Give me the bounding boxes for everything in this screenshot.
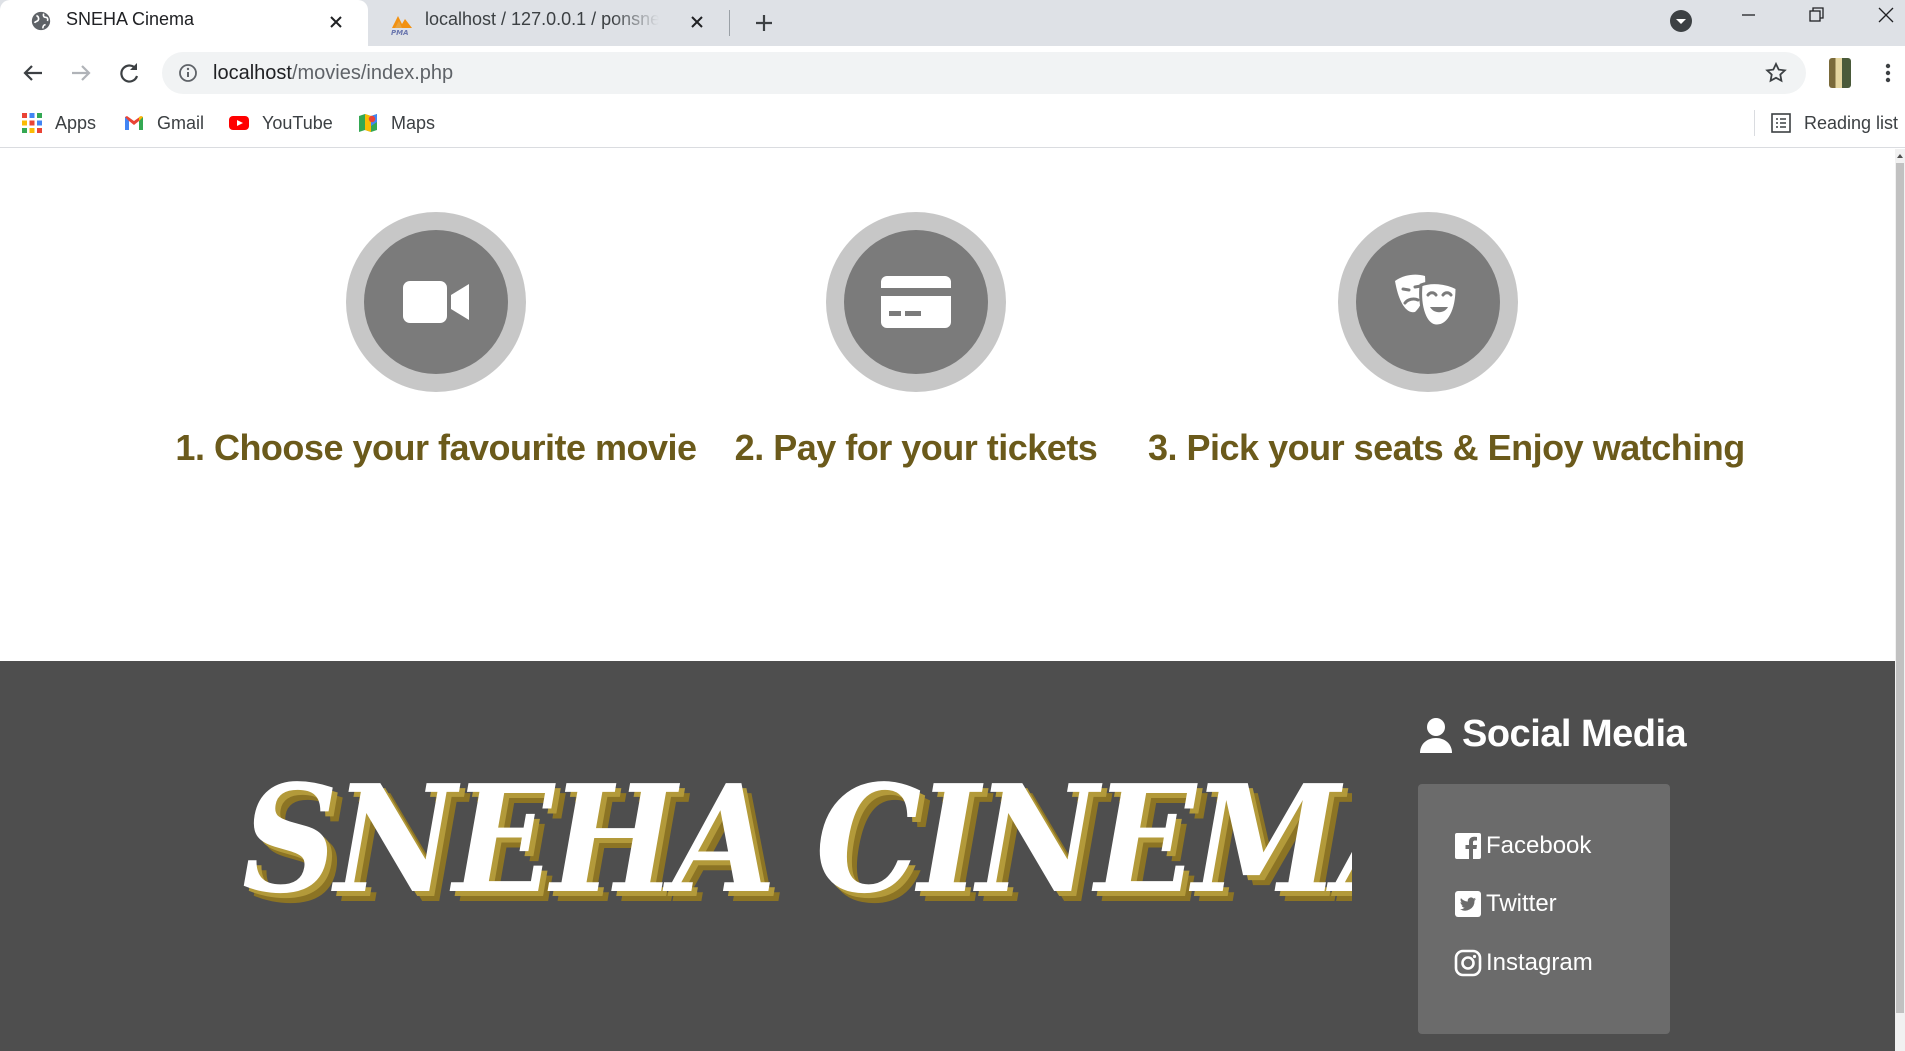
tab-separator — [729, 10, 730, 36]
tab-title: SNEHA Cinema — [66, 9, 195, 29]
more-menu-icon[interactable] — [1874, 59, 1902, 87]
page-viewport: 1. Choose your favourite movie 2. Pay fo… — [0, 149, 1895, 1051]
footer: SNEHA CINEMA SNEHA CINEMA SNEHA CINEMA S… — [0, 661, 1895, 1051]
minimize-icon[interactable] — [1720, 0, 1776, 40]
tab-phpmyadmin[interactable]: PMA localhost / 127.0.0.1 / ponsneha / — [375, 0, 729, 46]
step-icon-circle — [1338, 212, 1518, 392]
reload-icon[interactable] — [114, 58, 144, 88]
step-icon-circle — [346, 212, 526, 392]
step-title: 1. Choose your favourite movie — [175, 427, 697, 468]
bookmark-gmail[interactable]: Gmail — [123, 110, 204, 136]
browser-toolbar: localhost/movies/index.php — [0, 46, 1905, 100]
social-links-box: Facebook Twitter Instagram — [1418, 784, 1670, 1034]
theater-masks-icon — [1395, 274, 1459, 328]
bookmarks-bar: Apps Gmail YouTube Maps Reading list — [0, 100, 1905, 148]
back-arrow-icon[interactable] — [18, 58, 48, 88]
step-icon-inner — [364, 230, 508, 374]
step-title: 3. Pick your seats & Enjoy watching — [1148, 427, 1745, 468]
forward-arrow-icon[interactable] — [66, 58, 96, 88]
step-title: 2. Pay for your tickets — [734, 427, 1098, 468]
reading-list-icon — [1771, 113, 1791, 133]
tab-sneha-cinema[interactable]: SNEHA Cinema — [0, 0, 368, 46]
scrollbar-thumb[interactable] — [1896, 163, 1904, 1013]
reading-list-label: Reading list — [1804, 112, 1899, 133]
social-media-heading-text: Social Media — [1462, 713, 1687, 755]
bookmark-youtube[interactable]: YouTube — [228, 110, 333, 136]
svg-text:PMA: PMA — [391, 29, 409, 36]
window-close-icon[interactable] — [1857, 0, 1905, 40]
tab-search-icon[interactable] — [1667, 7, 1695, 35]
social-media-heading: Social Media — [1418, 713, 1687, 756]
bookmarks-divider — [1754, 110, 1755, 136]
close-icon[interactable] — [326, 12, 346, 32]
youtube-icon — [229, 116, 249, 130]
user-icon — [1420, 717, 1452, 753]
address-bar[interactable]: localhost/movies/index.php — [162, 52, 1806, 94]
twitter-link[interactable]: Twitter — [1454, 890, 1557, 918]
phpmyadmin-icon: PMA — [391, 16, 412, 36]
scroll-up-arrow-icon[interactable] — [1896, 151, 1904, 161]
bookmark-label: Gmail — [157, 112, 205, 133]
bookmark-apps[interactable]: Apps — [21, 110, 96, 136]
instagram-link[interactable]: Instagram — [1454, 949, 1593, 977]
url-text: localhost/movies/index.php — [213, 62, 453, 85]
maps-icon — [359, 114, 377, 132]
step-icon-inner — [1356, 230, 1500, 374]
facebook-icon — [1455, 833, 1481, 859]
bookmark-label: Apps — [55, 112, 97, 133]
globe-icon — [31, 11, 51, 31]
facebook-label: Facebook — [1486, 832, 1592, 859]
credit-card-icon — [881, 276, 951, 328]
brand-logo-text: SNEHA CINEMA — [242, 759, 1352, 919]
bookmark-label: YouTube — [262, 112, 333, 133]
profile-avatar[interactable] — [1829, 58, 1851, 88]
apps-grid-icon — [22, 113, 42, 133]
twitter-icon — [1455, 891, 1481, 917]
bookmark-label: Maps — [391, 112, 436, 133]
twitter-label: Twitter — [1486, 890, 1557, 917]
video-camera-icon — [403, 281, 469, 323]
browser-tab-bar: SNEHA Cinema PMA localhost / 127.0.0.1 /… — [0, 0, 1905, 46]
site-info-icon[interactable] — [178, 63, 198, 83]
step-icon-inner — [844, 230, 988, 374]
close-icon[interactable] — [687, 12, 707, 32]
bookmark-maps[interactable]: Maps — [357, 110, 435, 136]
url-path: /movies/index.php — [291, 62, 454, 84]
instagram-label: Instagram — [1486, 949, 1593, 976]
brand-logo: SNEHA CINEMA SNEHA CINEMA SNEHA CINEMA — [242, 759, 1352, 919]
bookmark-star-icon[interactable] — [1764, 61, 1788, 85]
new-tab-plus-icon[interactable] — [750, 9, 778, 37]
url-host: localhost — [213, 62, 292, 84]
tab-title: localhost / 127.0.0.1 / ponsneha / — [425, 9, 659, 29]
instagram-icon — [1454, 949, 1482, 977]
gmail-icon — [125, 116, 143, 130]
restore-icon[interactable] — [1788, 0, 1844, 40]
reading-list-button[interactable]: Reading list — [1770, 110, 1898, 136]
step-icon-circle — [826, 212, 1006, 392]
page-scrollbar[interactable] — [1895, 149, 1905, 1051]
facebook-link[interactable]: Facebook — [1454, 832, 1591, 860]
